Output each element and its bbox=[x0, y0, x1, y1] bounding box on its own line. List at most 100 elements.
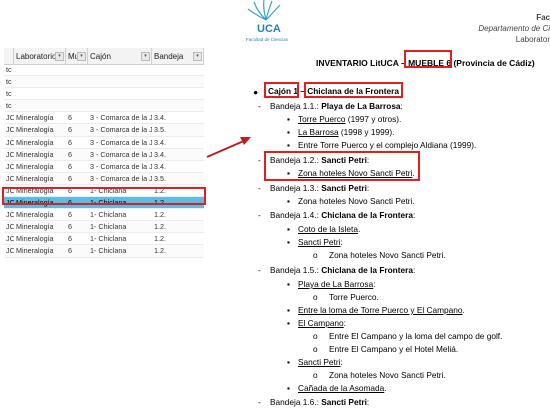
table-cell[interactable]: 6 bbox=[66, 137, 88, 148]
table-cell[interactable]: Mineralogía bbox=[14, 161, 66, 172]
column-header-4[interactable]: Bandeja ▾ bbox=[152, 48, 204, 64]
table-cell[interactable]: JC bbox=[4, 161, 14, 172]
table-cell[interactable] bbox=[88, 76, 152, 87]
b15-item-1: Playa de La Barrosa: bbox=[298, 279, 376, 289]
table-cell[interactable]: 3 - Comarca de la J bbox=[88, 137, 152, 148]
table-row[interactable]: tc bbox=[4, 76, 204, 89]
table-row[interactable]: tc bbox=[4, 100, 204, 113]
table-cell[interactable]: JC bbox=[4, 173, 14, 184]
table-cell[interactable]: tc bbox=[4, 100, 14, 111]
table-row[interactable]: JC Mineralogía 6 3 - Comarca de la J 3.5. bbox=[4, 124, 204, 137]
table-cell[interactable] bbox=[152, 100, 204, 111]
column-header-0[interactable] bbox=[4, 48, 14, 64]
table-cell[interactable]: 3.4. bbox=[152, 149, 204, 160]
table-cell[interactable]: 6 bbox=[66, 173, 88, 184]
table-cell[interactable]: 6 bbox=[66, 124, 88, 135]
table-cell[interactable]: 6 bbox=[66, 233, 88, 244]
table-cell[interactable]: tc bbox=[4, 76, 14, 87]
table-cell[interactable]: JC bbox=[4, 149, 14, 160]
table-cell[interactable]: Mineralogía bbox=[14, 233, 66, 244]
table-cell[interactable] bbox=[66, 64, 88, 75]
table-cell[interactable]: 1.2. bbox=[152, 221, 204, 232]
table-cell[interactable]: Mineralogía bbox=[14, 209, 66, 220]
document-header-right: Fac Departamento de Ci Laborator bbox=[478, 12, 550, 45]
column-header-3[interactable]: Cajón ▾ bbox=[88, 48, 152, 64]
table-row[interactable]: JC Mineralogía 6 3 - Comarca de la J 3.4. bbox=[4, 161, 204, 173]
table-row[interactable]: tc bbox=[4, 64, 204, 77]
table-cell[interactable]: Mineralogía bbox=[14, 245, 66, 256]
table-cell[interactable]: 1.2. bbox=[152, 233, 204, 244]
table-cell[interactable]: 1- Chiclana bbox=[88, 209, 152, 220]
dash-5: - bbox=[258, 265, 261, 275]
table-cell[interactable] bbox=[88, 64, 152, 75]
square-bullet-icon: ▪ bbox=[287, 127, 290, 137]
filter-dropdown-icon[interactable]: ▾ bbox=[55, 52, 64, 61]
table-row[interactable]: JC Mineralogía 6 1- Chiclana 1.2. bbox=[4, 233, 204, 246]
table-cell[interactable] bbox=[88, 88, 152, 99]
table-cell[interactable]: tc bbox=[4, 64, 14, 75]
table-cell[interactable] bbox=[152, 76, 204, 87]
table-cell[interactable] bbox=[66, 88, 88, 99]
table-cell[interactable]: 3.5. bbox=[152, 124, 204, 135]
table-cell[interactable]: Mineralogía bbox=[14, 137, 66, 148]
table-cell[interactable] bbox=[66, 76, 88, 87]
b15-item-2: Entre la loma de Torre Puerco y El Campa… bbox=[298, 305, 465, 315]
table-row[interactable]: JC Mineralogía 6 1- Chiclana 1.2. bbox=[4, 245, 204, 258]
table-cell[interactable]: Mineralogía bbox=[14, 149, 66, 160]
table-cell[interactable]: Mineralogía bbox=[14, 173, 66, 184]
table-cell[interactable]: 3 - Comarca de la J bbox=[88, 149, 152, 160]
table-cell[interactable] bbox=[152, 88, 204, 99]
table-cell[interactable]: 6 bbox=[66, 149, 88, 160]
filter-dropdown-icon[interactable]: ▾ bbox=[77, 52, 86, 61]
table-cell[interactable] bbox=[14, 100, 66, 111]
table-row[interactable]: tc bbox=[4, 88, 204, 101]
column-header-2[interactable]: Mu ▾ bbox=[66, 48, 88, 64]
table-row[interactable]: JC Mineralogía 6 3 - Comarca de la J 3.4. bbox=[4, 137, 204, 149]
table-row[interactable]: JC Mineralogía 6 3 - Comarca de la J 3.5. bbox=[4, 172, 204, 185]
table-cell[interactable]: 1- Chiclana bbox=[88, 221, 152, 232]
table-cell[interactable] bbox=[88, 100, 152, 111]
table-cell[interactable]: 6 bbox=[66, 112, 88, 123]
table-cell[interactable]: 6 bbox=[66, 221, 88, 232]
table-row[interactable]: JC Mineralogía 6 1- Chiclana 1.2. bbox=[4, 209, 204, 222]
table-cell[interactable]: 6 bbox=[66, 209, 88, 220]
table-cell[interactable]: 1- Chiclana bbox=[88, 233, 152, 244]
table-cell[interactable]: JC bbox=[4, 245, 14, 256]
table-cell[interactable] bbox=[14, 76, 66, 87]
table-cell[interactable]: JC bbox=[4, 221, 14, 232]
table-cell[interactable]: 3.5. bbox=[152, 173, 204, 184]
table-cell[interactable]: 3 - Comarca de la J bbox=[88, 161, 152, 172]
table-cell[interactable]: JC bbox=[4, 112, 14, 123]
table-cell[interactable]: JC bbox=[4, 209, 14, 220]
table-row[interactable]: JC Mineralogía 6 3 - Comarca de la J 3.4. bbox=[4, 112, 204, 125]
table-cell[interactable] bbox=[14, 88, 66, 99]
table-cell[interactable] bbox=[14, 64, 66, 75]
table-cell[interactable]: Mineralogía bbox=[14, 221, 66, 232]
table-cell[interactable]: 1.2. bbox=[152, 209, 204, 220]
table-cell[interactable]: Mineralogía bbox=[14, 124, 66, 135]
table-cell[interactable]: 6 bbox=[66, 161, 88, 172]
table-cell[interactable]: JC bbox=[4, 137, 14, 148]
table-cell[interactable]: 3.4. bbox=[152, 161, 204, 172]
table-cell[interactable] bbox=[152, 64, 204, 75]
filter-dropdown-icon[interactable]: ▾ bbox=[141, 52, 150, 61]
table-cell[interactable]: Mineralogía bbox=[14, 112, 66, 123]
square-bullet-icon: ▪ bbox=[287, 305, 290, 315]
table-cell[interactable]: 1.2. bbox=[152, 245, 204, 256]
table-cell[interactable]: 3 - Comarca de la J bbox=[88, 173, 152, 184]
filter-dropdown-icon[interactable]: ▾ bbox=[193, 52, 202, 61]
table-row[interactable]: JC Mineralogía 6 1- Chiclana 1.2. bbox=[4, 221, 204, 234]
column-header-1[interactable]: Laboratorio ▾ bbox=[14, 48, 66, 64]
table-cell[interactable]: 6 bbox=[66, 245, 88, 256]
table-cell[interactable] bbox=[66, 100, 88, 111]
table-cell[interactable]: 1- Chiclana bbox=[88, 245, 152, 256]
square-bullet-icon: ▪ bbox=[287, 318, 290, 328]
table-cell[interactable]: 3.4. bbox=[152, 112, 204, 123]
table-cell[interactable]: JC bbox=[4, 124, 14, 135]
table-cell[interactable]: tc bbox=[4, 88, 14, 99]
table-row[interactable]: JC Mineralogía 6 3 - Comarca de la J 3.4. bbox=[4, 148, 204, 161]
table-cell[interactable]: JC bbox=[4, 233, 14, 244]
table-cell[interactable]: 3 - Comarca de la J bbox=[88, 124, 152, 135]
table-cell[interactable]: 3 - Comarca de la J bbox=[88, 112, 152, 123]
table-cell[interactable]: 3.4. bbox=[152, 137, 204, 148]
